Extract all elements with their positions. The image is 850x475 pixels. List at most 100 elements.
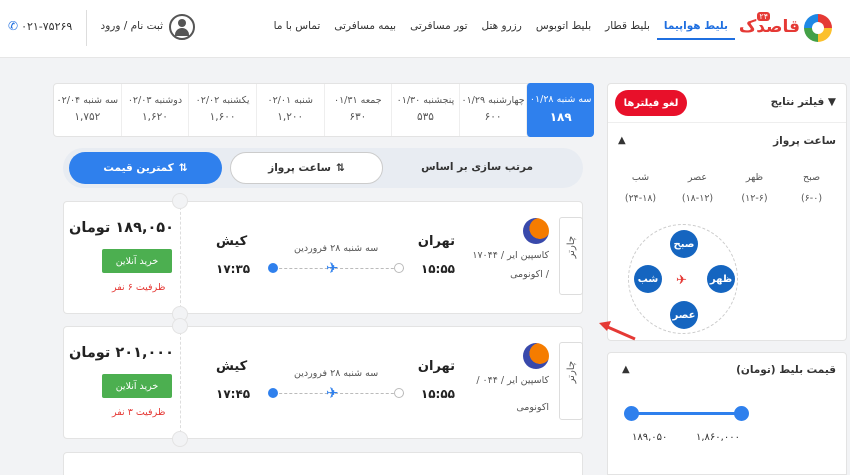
header-divider [86,10,87,46]
main-nav: بلیط هواپیما بلیط قطار بلیط اتوبوس رزرو … [267,18,735,40]
sort-order-icon: ⇅ [336,162,345,174]
seat-capacity: ظرفیت ۶ نفر [112,282,166,293]
route-start-dot [394,263,404,273]
date-price: ۱,۲۰۰ [277,111,304,123]
date-price: ۱,۶۲۰ [141,111,168,123]
date-cell[interactable]: جمعه ۰۱/۳۱ ۶۳۰ [323,84,392,136]
date-cell[interactable]: چهارشنبه ۰۱/۲۹ ۶۰۰ [458,84,527,136]
ticket-notch [172,193,188,209]
annotation-arrow-icon [599,321,636,341]
date-label: سه شنبه ۰۲/۰۴ [56,95,119,106]
date-cell[interactable]: یکشنبه ۰۲/۰۲ ۱,۶۰۰ [188,84,256,136]
nav-hotel[interactable]: رزرو هتل [475,18,529,40]
filter-title-text: فیلتر نتایج [770,96,825,108]
cabin-class: / اکونومی [510,269,549,280]
buy-online-button[interactable]: خرید آنلاین [102,249,172,273]
sort-by-price-button[interactable]: کمترین قیمت ⇅ [69,152,222,184]
time-period: صبح (۶-۰) [783,172,840,204]
price-min-value: ۱۸۹,۰۵۰ [632,432,668,443]
flight-type: چارتر [566,236,577,259]
time-period-range: (۱۸-۱۲) [681,193,714,204]
airline-name: کاسپین ایر / ۰۴۴ / [476,375,549,386]
flight-card[interactable]: چارتر کاسپین ایر / ۰۴۴ / اکونومی تهران ۱… [63,318,583,447]
time-period: ظهر (۱۲-۶) [726,172,783,204]
date-price-strip: سه شنبه ۰۱/۲۸ ۱۸۹ چهارشنبه ۰۱/۲۹ ۶۰۰ پنجشن… [53,83,594,137]
route-start-dot [394,388,404,398]
date-cell[interactable]: دوشنبه ۰۲/۰۳ ۱,۶۲۰ [120,84,189,136]
flight-card[interactable]: چارتر کاسپین ایر / ۱۷۰۴۴ / اکونومی تهران… [63,193,583,322]
flight-price: ۱۸۹,۰۵۰ تومان [69,220,174,236]
date-price: ۱,۶۰۰ [209,111,236,123]
airplane-icon: ✈ [326,384,339,402]
airline-logo-icon [523,218,549,244]
flight-date: سه شنبه ۲۸ فروردین [294,368,379,379]
time-slot-afternoon[interactable]: عصر [670,301,698,329]
chevron-up-icon[interactable]: ▲ [622,364,630,375]
airplane-icon: ✈ [326,259,339,277]
site-logo[interactable]: قاصدک ۲۴ [739,12,832,44]
origin-city: تهران [417,359,455,374]
time-slot-night[interactable]: شب [634,265,662,293]
price-max-handle[interactable] [734,406,749,421]
time-slot-morning[interactable]: صبح [670,230,698,258]
airline-logo-icon [523,343,549,369]
time-slot-noon[interactable]: ظهر [707,265,735,293]
route-end-dot [268,388,278,398]
nav-tour[interactable]: تور مسافرتی [403,18,474,40]
cabin-class: اکونومی [516,402,549,413]
origin-city: تهران [417,234,455,249]
phone-number: ۰۲۱-۷۵۲۶۹ [21,20,73,33]
seat-capacity: ظرفیت ۳ نفر [112,407,166,418]
flight-date: سه شنبه ۲۸ فروردین [294,243,379,254]
destination-city: کیش [216,234,248,249]
date-cell[interactable]: سه شنبه ۰۲/۰۴ ۱,۷۵۲ [54,84,121,136]
price-range-track [631,412,741,415]
date-price: ۶۰۰ [484,111,502,123]
nav-train[interactable]: بلیط قطار [598,18,657,40]
flight-card[interactable] [63,452,583,475]
flight-type-tag: چارتر [559,217,583,295]
price-filter-title: قیمت بلیط (تومان) [736,364,836,376]
nav-flight[interactable]: بلیط هواپیما [656,18,735,40]
arrival-time: ۱۷:۴۵ [216,387,251,401]
date-cell[interactable]: پنجشنبه ۰۱/۳۰ ۵۳۵ [391,84,459,136]
ticket-notch [172,318,188,334]
time-clock-selector: صبح ظهر عصر شب ✈ [628,224,738,334]
user-icon [169,14,195,40]
route-end-dot [268,263,278,273]
departure-time: ۱۵:۵۵ [420,387,455,401]
logo-word: قاصدک [738,17,801,37]
clock-hand-icon: ✈ [676,273,687,288]
time-period-range: (۱۲-۶) [741,193,768,204]
filter-icon: ▼ [827,96,836,108]
date-label: جمعه ۰۱/۳۱ [333,95,382,106]
departure-time: ۱۵:۵۵ [420,262,455,276]
price-max-value: ۱,۸۶۰,۰۰۰ [696,432,740,443]
sort-label: مرتب سازی بر اساس [421,161,533,173]
reset-filters-button[interactable]: لغو فیلترها [615,90,687,116]
date-cell[interactable]: سه شنبه ۰۱/۲۸ ۱۸۹ [526,83,594,137]
date-price: ۶۳۰ [349,111,367,123]
buy-online-button[interactable]: خرید آنلاین [102,374,172,398]
time-filter-title: ساعت پرواز [773,135,836,147]
support-phone[interactable]: ✆ ۰۲۱-۷۵۲۶۹ [8,19,72,33]
ticket-divider [180,327,181,438]
flight-price: ۲۰۱,۰۰۰ تومان [69,345,174,361]
chevron-up-icon[interactable]: ▲ [618,135,626,146]
nav-contact[interactable]: تماس با ما [267,18,328,40]
time-period-legend: صبح (۶-۰) ظهر (۱۲-۶) عصر (۱۸-۱۲) شب (۲۴-۱۸) [612,172,840,204]
nav-insurance[interactable]: بیمه مسافرتی [327,18,403,40]
login-button[interactable]: ثبت نام / ورود [95,12,195,44]
price-min-handle[interactable] [624,406,639,421]
sort-time-label: ساعت پرواز [268,162,332,174]
phone-icon: ✆ [8,19,19,33]
date-label: دوشنبه ۰۲/۰۳ [127,95,183,106]
nav-bus[interactable]: بلیط اتوبوس [529,18,598,40]
date-cell[interactable]: شنبه ۰۲/۰۱ ۱,۲۰۰ [255,84,324,136]
time-period-range: (۲۴-۱۸) [624,193,657,204]
destination-city: کیش [216,359,248,374]
sort-by-time-button[interactable]: ساعت پرواز ⇅ [230,152,383,184]
sort-price-label: کمترین قیمت [103,162,174,174]
time-period: عصر (۱۸-۱۲) [669,172,726,204]
date-price: ۵۳۵ [416,111,434,123]
